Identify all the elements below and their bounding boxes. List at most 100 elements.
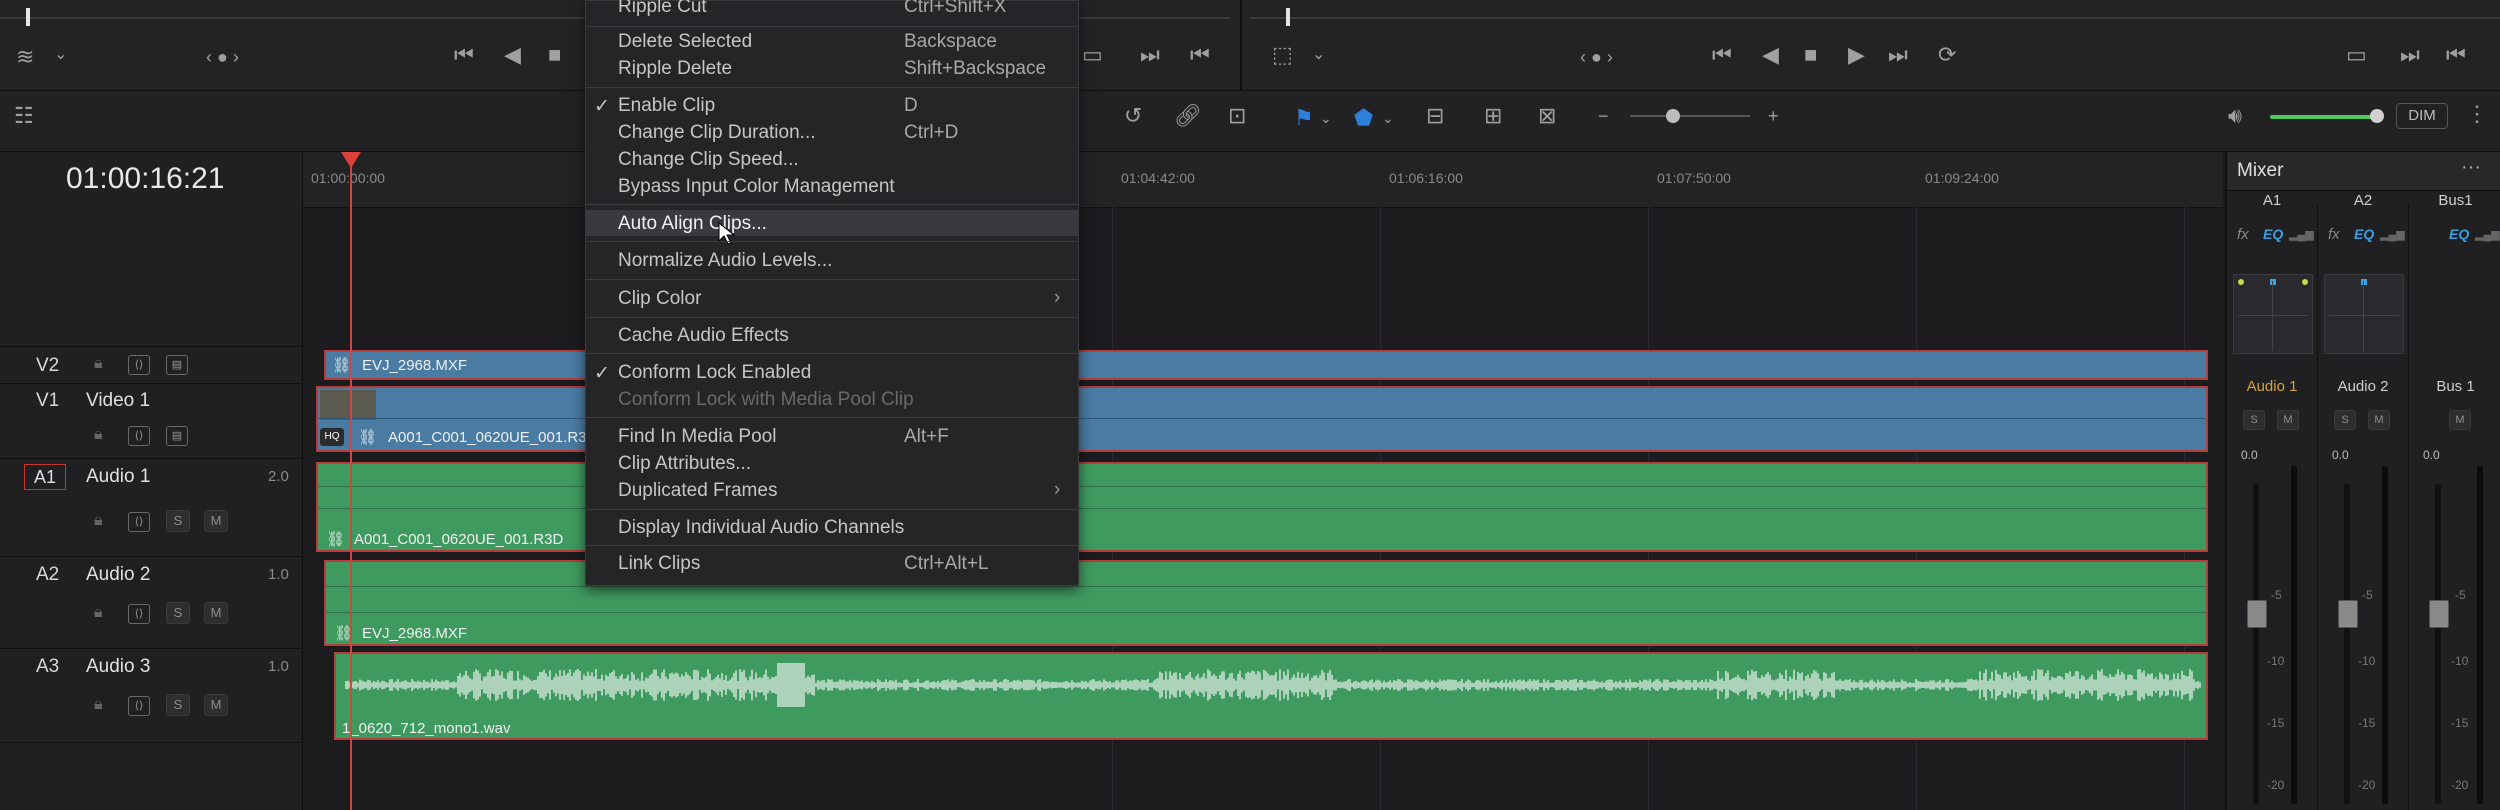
track-name[interactable]: Audio 1 (86, 466, 150, 488)
eq-button[interactable]: EQ (2449, 226, 2469, 242)
flag-icon[interactable]: ⚑ (1294, 105, 1314, 131)
menu-item-change-clip-duration[interactable]: Change Clip Duration... Ctrl+D (586, 119, 1078, 145)
auto-select-icon[interactable]: ⟨⟩ (128, 512, 150, 532)
pan-control[interactable] (2233, 274, 2313, 354)
match-frame-icon[interactable]: ▭ (2346, 44, 2367, 66)
track-header-a2[interactable]: A2 Audio 2 1.0 🔒︎ ⟨⟩ S M (0, 558, 302, 649)
auto-select-icon[interactable]: ⟨⟩ (128, 604, 150, 624)
jog-control-icon[interactable]: ‹ ● › (206, 46, 239, 68)
loop-icon[interactable]: ⟳ (1938, 44, 1956, 66)
lock-icon[interactable]: 🔒︎ (94, 426, 103, 444)
mute-button[interactable]: M (204, 602, 228, 624)
zoom-in-icon[interactable]: + (1768, 105, 1779, 127)
timeline-options-icon[interactable]: ☷ (14, 105, 34, 127)
loop-icon[interactable]: ▭ (1082, 44, 1103, 66)
film-strip-icon[interactable]: ▤ (166, 426, 188, 446)
position-lock-icon[interactable]: ⊡ (1228, 105, 1246, 127)
fader-track[interactable] (2435, 484, 2441, 804)
auto-select-icon[interactable]: ⟨⟩ (128, 426, 150, 446)
lock-icon[interactable]: 🔒︎ (94, 512, 103, 530)
volume-slider-handle[interactable] (2370, 109, 2384, 123)
playhead-handle[interactable] (341, 152, 361, 168)
eq-button[interactable]: EQ (2354, 226, 2374, 242)
play-icon[interactable]: ▶ (1848, 44, 1865, 66)
mute-button[interactable]: M (204, 510, 228, 532)
menu-item-enable-clip[interactable]: ✓ Enable Clip D (586, 92, 1078, 118)
zoom-full-icon[interactable]: ⊟ (1426, 105, 1444, 127)
mute-button[interactable]: M (204, 694, 228, 716)
fader-knob[interactable] (2247, 600, 2267, 628)
menu-item-clip-color[interactable]: Clip Color › (586, 285, 1078, 311)
timeline-scrubber[interactable] (1250, 17, 2500, 19)
track-header-a3[interactable]: A3 Audio 3 1.0 🔒︎ ⟨⟩ S M (0, 650, 302, 743)
solo-button[interactable]: S (166, 694, 190, 716)
chevron-down-icon[interactable]: ⌄ (54, 44, 67, 66)
fx-button[interactable]: fx (2237, 226, 2249, 243)
film-strip-icon[interactable]: ▤ (166, 355, 188, 375)
zoom-detail-icon[interactable]: ⊞ (1484, 105, 1502, 127)
track-header-v1[interactable]: V1 Video 1 🔒︎ ⟨⟩ ▤ (0, 382, 302, 459)
mute-button[interactable]: M (2449, 410, 2471, 430)
playhead[interactable] (350, 152, 352, 810)
next-edit-icon[interactable]: ⏭ (2400, 44, 2420, 66)
speaker-icon[interactable]: 🔊︎ (2228, 105, 2242, 127)
stop-icon[interactable]: ■ (548, 44, 561, 66)
marker-icon[interactable]: ⬟ (1354, 105, 1373, 131)
menu-item-normalize-audio[interactable]: Normalize Audio Levels... (586, 247, 1078, 273)
timeline-scrub-handle[interactable] (1286, 8, 1290, 26)
prev-edit-icon[interactable]: ⏮ (2446, 44, 2466, 66)
menu-item-ripple-cut[interactable]: Ripple Cut Ctrl+Shift+X (586, 0, 1078, 19)
menu-item-conform-lock-enabled[interactable]: ✓ Conform Lock Enabled (586, 359, 1078, 385)
snapping-icon[interactable]: ↺ (1124, 105, 1142, 127)
chevron-down-icon[interactable]: ⌄ (1382, 107, 1394, 129)
fader-knob[interactable] (2338, 600, 2358, 628)
pan-control[interactable] (2324, 274, 2404, 354)
jog-control-icon[interactable]: ‹ ● › (1580, 46, 1613, 68)
fx-button[interactable]: fx (2328, 226, 2340, 243)
timecode-display[interactable]: 01:00:16:21 (66, 162, 224, 196)
play-reverse-icon[interactable]: ◀ (1762, 44, 1779, 66)
solo-button[interactable]: S (2334, 410, 2356, 430)
link-icon[interactable]: 🔗︎ (1174, 105, 1202, 127)
chevron-down-icon[interactable]: ⌄ (1320, 107, 1332, 129)
audio-waveform-icon[interactable]: ≋ (16, 46, 34, 68)
track-name[interactable]: Video 1 (86, 390, 150, 412)
solo-button[interactable]: S (2243, 410, 2265, 430)
transform-icon[interactable]: ⬚ (1272, 44, 1293, 66)
skip-start-icon[interactable]: ⏮ (454, 44, 474, 66)
track-name[interactable]: Audio 2 (86, 564, 150, 586)
menu-item-display-audio-channels[interactable]: Display Individual Audio Channels (586, 514, 1078, 540)
lock-icon[interactable]: 🔒︎ (94, 355, 103, 373)
auto-select-icon[interactable]: ⟨⟩ (128, 355, 150, 375)
auto-select-icon[interactable]: ⟨⟩ (128, 696, 150, 716)
menu-item-find-in-media-pool[interactable]: Find In Media Pool Alt+F (586, 423, 1078, 449)
solo-button[interactable]: S (166, 510, 190, 532)
menu-item-change-clip-speed[interactable]: Change Clip Speed... (586, 146, 1078, 172)
play-reverse-icon[interactable]: ◀ (504, 44, 521, 66)
fader-knob[interactable] (2429, 600, 2449, 628)
menu-item-bypass-color-management[interactable]: Bypass Input Color Management (586, 173, 1078, 199)
lock-icon[interactable]: 🔒︎ (94, 696, 103, 714)
skip-start-icon[interactable]: ⏮ (1712, 44, 1732, 66)
track-name[interactable]: Audio 3 (86, 656, 150, 678)
track-id[interactable]: A1 (24, 464, 66, 490)
menu-item-clip-attributes[interactable]: Clip Attributes... (586, 450, 1078, 476)
more-icon[interactable]: ⋮ (2466, 103, 2488, 125)
solo-button[interactable]: S (166, 602, 190, 624)
source-scrub-handle[interactable] (26, 8, 30, 26)
menu-item-duplicated-frames[interactable]: Duplicated Frames › (586, 477, 1078, 503)
zoom-slider-handle[interactable] (1666, 109, 1680, 123)
mute-button[interactable]: M (2277, 410, 2299, 430)
zoom-custom-icon[interactable]: ⊠ (1538, 105, 1556, 127)
clip-a3[interactable]: 1_0620_712_mono1.wav (334, 652, 2208, 740)
zoom-out-icon[interactable]: − (1598, 105, 1609, 127)
lock-icon[interactable]: 🔒︎ (94, 604, 103, 622)
track-header-a1[interactable]: A1 Audio 1 2.0 🔒︎ ⟨⟩ S M (0, 460, 302, 557)
menu-item-cache-audio-effects[interactable]: Cache Audio Effects (586, 322, 1078, 348)
fader-track[interactable] (2253, 484, 2259, 804)
stop-icon[interactable]: ■ (1804, 44, 1817, 66)
menu-item-ripple-delete[interactable]: Ripple Delete Shift+Backspace (586, 55, 1078, 81)
skip-end-icon[interactable]: ⏭ (1888, 44, 1908, 66)
menu-item-delete-selected[interactable]: Delete Selected Backspace (586, 28, 1078, 54)
zoom-slider[interactable] (1630, 115, 1750, 117)
